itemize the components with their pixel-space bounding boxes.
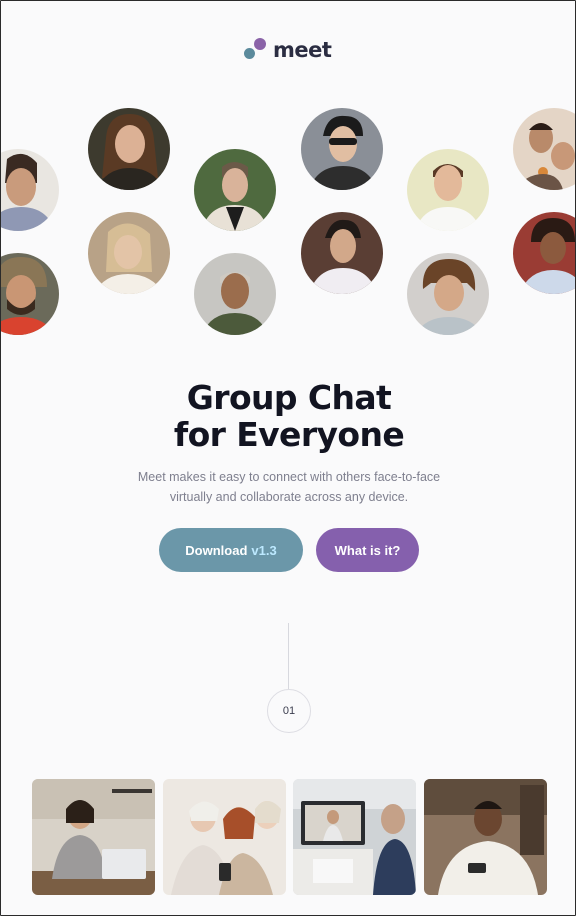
download-button[interactable]: Download v1.3 <box>159 528 303 572</box>
avatar-portrait-6 <box>194 253 276 335</box>
avatar-portrait-10 <box>407 253 489 335</box>
photo-man-using-phone <box>424 779 547 895</box>
step-connector-line <box>288 623 289 689</box>
avatar-portrait-12 <box>513 212 575 294</box>
avatar-portrait-2 <box>88 108 170 190</box>
meet-logo-icon <box>244 38 270 62</box>
avatar-portrait-1 <box>1 149 59 231</box>
download-button-label: Download <box>185 542 248 558</box>
avatar-portrait-4 <box>88 212 170 294</box>
avatar-portrait-7 <box>301 108 383 190</box>
what-is-it-button[interactable]: What is it? <box>316 528 419 572</box>
hero-title: Group Chat for Everyone <box>1 378 575 454</box>
logo-text: meet <box>273 38 332 62</box>
photo-video-call-laptop <box>293 779 416 895</box>
avatar-portrait-5 <box>1 253 59 335</box>
step-number: 01 <box>282 705 296 717</box>
avatar-portrait-11 <box>513 108 575 190</box>
avatar-portrait-8 <box>301 212 383 294</box>
photo-women-looking-at-phone <box>163 779 286 895</box>
hero-title-line-2: for Everyone <box>173 415 405 454</box>
hero-title-line-1: Group Chat <box>186 378 392 417</box>
avatar-portrait-9 <box>407 149 489 231</box>
hero-subtitle: Meet makes it easy to connect with other… <box>121 468 457 507</box>
download-version: v1.3 <box>251 542 277 558</box>
photo-woman-laptop-kitchen <box>32 779 155 895</box>
hero-subtitle-line-1: Meet makes it easy to connect with other… <box>137 470 441 484</box>
what-is-it-button-label: What is it? <box>334 542 401 558</box>
page: meet Group Chat for Everyone Meet makes … <box>0 0 576 916</box>
logo[interactable]: meet <box>244 38 332 62</box>
hero-subtitle-line-2: virtually and collaborate across any dev… <box>169 489 409 504</box>
step-indicator: 01 <box>267 689 311 733</box>
avatar-portrait-3 <box>194 149 276 231</box>
